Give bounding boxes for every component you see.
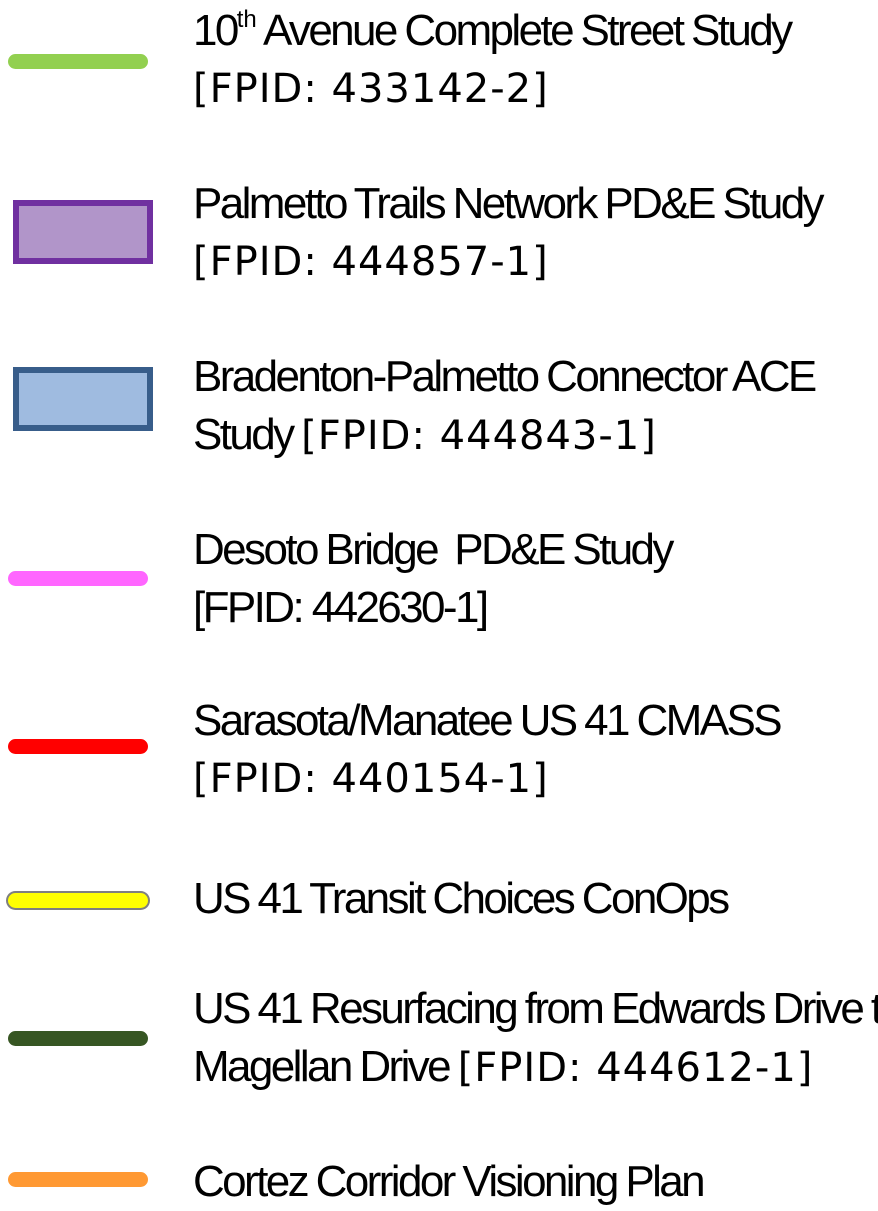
label-fpid: [FPID: 444612-1] [457, 1045, 814, 1091]
label-name: US 41 Resurfacing from Edwards Drive to [193, 984, 878, 1033]
label-name: Desoto Bridge PD&E Study [193, 525, 674, 574]
label-fpid: [FPID: 444843-1] [301, 413, 657, 459]
legend-label: Bradenton-Palmetto Connector ACE Study [… [193, 348, 870, 465]
label-name-line2: Magellan Drive [193, 1042, 458, 1091]
label-superscript: th [236, 6, 257, 34]
label-name: Bradenton-Palmetto Connector ACE [193, 352, 817, 401]
label-name: Palmetto Trails Network PD&E Study [193, 179, 825, 228]
yellow-line-swatch [8, 893, 148, 908]
legend-label: Palmetto Trails Network PD&E Study [FPID… [193, 175, 870, 291]
label-name: Cortez Corridor Visioning Plan [193, 1157, 706, 1206]
green-line-swatch [8, 54, 148, 69]
label-name-line2: Study [193, 410, 302, 459]
red-line-swatch [8, 739, 148, 754]
label-name: Sarasota/Manatee US 41 CMASS [193, 696, 783, 745]
legend-label: Cortez Corridor Visioning Plan [193, 1153, 870, 1211]
legend-label: US 41 Resurfacing from Edwards Drive to … [193, 980, 878, 1097]
label-fpid: [FPID: 442630-1] [193, 583, 489, 632]
label-name: US 41 Transit Choices ConOps [193, 874, 730, 923]
pink-line-swatch [8, 571, 148, 586]
orange-line-swatch [8, 1172, 148, 1187]
label-fpid: [FPID: 444857-1] [193, 239, 549, 285]
legend-label: Desoto Bridge PD&E Study [FPID: 442630-1… [193, 521, 870, 637]
purple-area-swatch [13, 200, 153, 264]
legend-label: 10th Avenue Complete Street Study [FPID:… [193, 2, 870, 118]
legend-label: US 41 Transit Choices ConOps [193, 870, 870, 928]
legend-label: Sarasota/Manatee US 41 CMASS [FPID: 4401… [193, 692, 870, 808]
blue-area-swatch [13, 367, 153, 431]
label-fpid: [FPID: 440154-1] [193, 756, 549, 802]
label-name-part: 10 [193, 6, 239, 55]
label-fpid: [FPID: 433142-2] [193, 66, 549, 112]
legend: 10th Avenue Complete Street Study [FPID:… [0, 0, 878, 1208]
label-name-part: Avenue Complete Street Study [256, 6, 793, 55]
dark-green-line-swatch [8, 1031, 148, 1046]
